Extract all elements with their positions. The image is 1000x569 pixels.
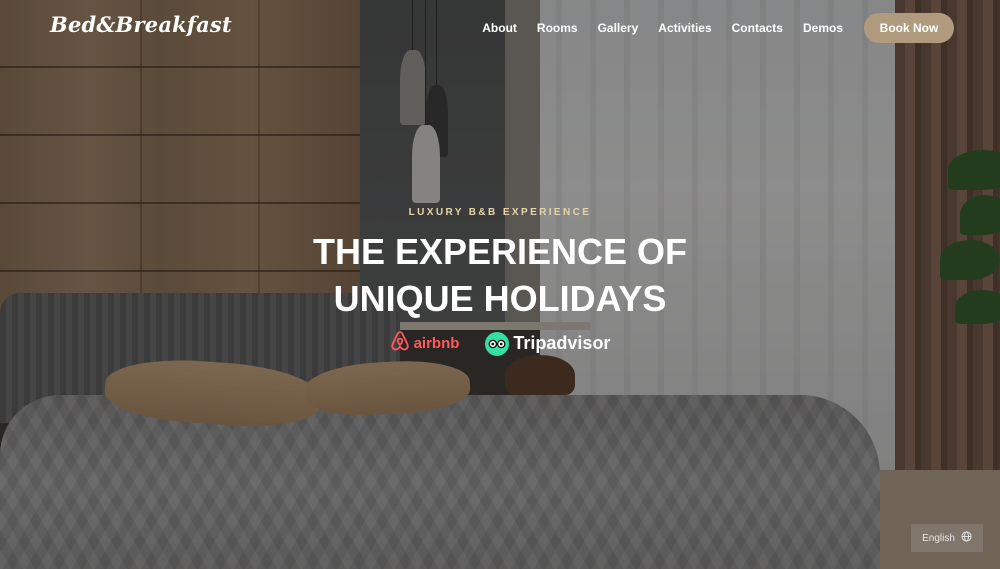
globe-icon	[961, 531, 972, 545]
nav-item-demos[interactable]: Demos	[803, 21, 843, 35]
main-nav: About Rooms Gallery Activities Contacts …	[482, 21, 843, 35]
review-badges: airbnb Tripadvisor	[0, 330, 1000, 357]
tripadvisor-badge[interactable]: Tripadvisor	[485, 331, 611, 356]
tripadvisor-owl-icon	[485, 331, 510, 356]
tripadvisor-wordmark: Tripadvisor	[513, 333, 611, 353]
language-label: English	[922, 532, 955, 544]
hero-headline: THE EXPERIENCE OF UNIQUE HOLIDAYS	[0, 228, 1000, 322]
nav-item-activities[interactable]: Activities	[658, 21, 711, 35]
airbnb-wordmark: airbnb	[413, 335, 460, 352]
hero-headline-line1: THE EXPERIENCE OF	[312, 231, 688, 272]
airbnb-logo-icon	[390, 330, 410, 357]
hero-section: Bed&Breakfast About Rooms Gallery Activi…	[0, 0, 1000, 569]
language-switcher[interactable]: English	[911, 524, 983, 552]
airbnb-badge[interactable]: airbnb	[390, 330, 460, 357]
nav-item-gallery[interactable]: Gallery	[598, 21, 639, 35]
nav-item-rooms[interactable]: Rooms	[537, 21, 578, 35]
site-logo[interactable]: Bed&Breakfast	[50, 12, 232, 37]
book-now-button[interactable]: Book Now	[864, 13, 954, 43]
hero-eyebrow: LUXURY B&B EXPERIENCE	[408, 207, 592, 218]
nav-item-about[interactable]: About	[482, 21, 517, 35]
nav-item-contacts[interactable]: Contacts	[732, 21, 783, 35]
hero-headline-line2: UNIQUE HOLIDAYS	[333, 278, 667, 319]
